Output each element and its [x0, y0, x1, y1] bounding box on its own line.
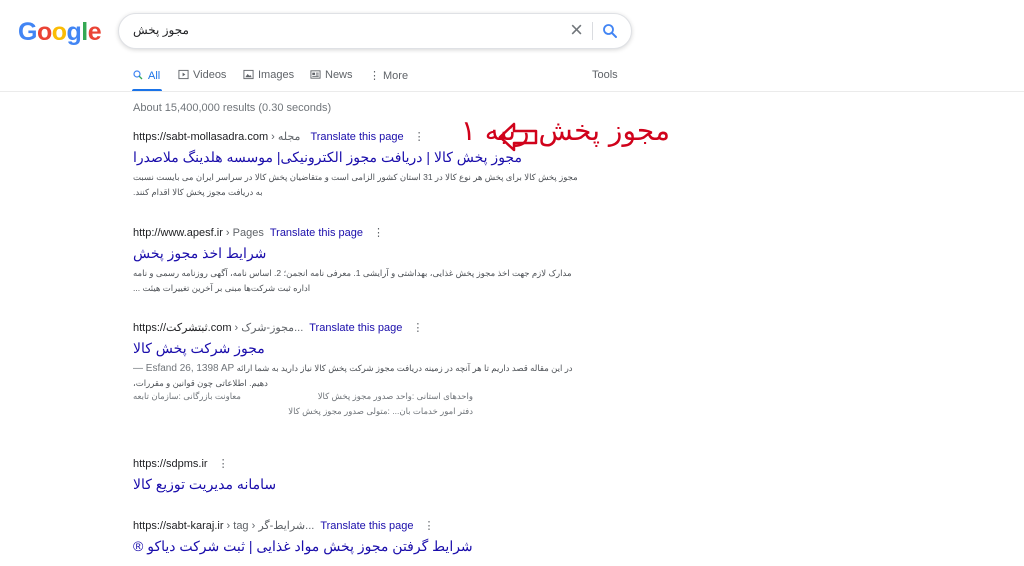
- sitelink[interactable]: معاونت بازرگانی :سازمان تابعه: [133, 391, 241, 402]
- header-divider: [0, 91, 1024, 92]
- search-result: https://sdpms.ir ⋮ سامانه مدیریت توزیع کا…: [133, 457, 583, 493]
- tab-news[interactable]: News: [310, 69, 353, 81]
- sitelinks: واحدهای استانی :واحد صدور مجوز پخش کالا …: [133, 391, 473, 421]
- result-cite: https://sabt-karaj.ir › tag › شرایط-گر..…: [133, 519, 583, 535]
- result-breadcrumb: › مجله: [268, 131, 301, 143]
- snippet-text: در این مقاله قصد داریم تا هر آنچه در زمی…: [236, 363, 573, 373]
- result-url[interactable]: https://ثبتشرکت.com: [133, 322, 232, 334]
- result-cite: https://ثبتشرکت.com › مجوز-شرک... Transla…: [133, 321, 583, 337]
- tab-videos[interactable]: Videos: [178, 69, 226, 81]
- result-date: Esfand 26, 1398 AP —: [133, 363, 235, 374]
- result-stats: About 15,400,000 results (0.30 seconds): [133, 102, 332, 114]
- more-options-icon[interactable]: ⋮: [218, 458, 229, 470]
- result-snippet: مجوز پخش کالا برای پخش هر نوع کالا در 31…: [133, 170, 578, 200]
- tab-all[interactable]: All: [132, 69, 160, 82]
- result-title[interactable]: شرایط اخذ مجوز پخش: [133, 245, 583, 262]
- sitelink[interactable]: واحدهای استانی :واحد صدور مجوز پخش کالا: [318, 391, 473, 402]
- search-input[interactable]: مجوز پخش: [133, 23, 189, 37]
- clear-icon[interactable]: ×: [570, 18, 583, 42]
- more-options-icon[interactable]: ⋮: [423, 520, 434, 532]
- more-options-icon[interactable]: ⋮: [373, 227, 384, 239]
- logo-letter: g: [66, 18, 82, 46]
- snippet-line: به دریافت مجوز پخش کالا اقدام کنند.: [133, 187, 263, 197]
- tab-label: All: [148, 70, 161, 82]
- translate-link[interactable]: Translate this page: [310, 131, 403, 143]
- result-breadcrumb: › مجوز-شرک...: [231, 322, 304, 334]
- left-arrow-icon: [498, 122, 538, 152]
- annotation-text: مجوز پخش رتبه ۱: [460, 114, 670, 147]
- tab-images[interactable]: Images: [243, 69, 294, 81]
- snippet-line: در این مقاله قصد داریم تا هر آنچه در زمی…: [133, 361, 578, 376]
- result-breadcrumb: › Pages: [222, 227, 264, 239]
- result-title[interactable]: سامانه مدیریت توزیع کالا: [133, 476, 583, 493]
- search-result: https://ثبتشرکت.com › مجوز-شرک... Transla…: [133, 321, 583, 421]
- news-icon: [310, 70, 321, 79]
- result-snippet: در این مقاله قصد داریم تا هر آنچه در زمی…: [133, 361, 578, 391]
- result-url[interactable]: https://sabt-mollasadra.com: [133, 131, 268, 143]
- search-result: http://www.apesf.ir › Pages Translate thi…: [133, 226, 583, 296]
- search-divider: [592, 22, 593, 40]
- snippet-line: مدارک لازم جهت اخذ مجوز پخش غذایی، بهداش…: [133, 268, 572, 278]
- result-url[interactable]: https://sdpms.ir: [133, 458, 208, 470]
- tab-label: Videos: [193, 69, 227, 81]
- video-icon: [178, 69, 189, 80]
- search-result: https://sabt-karaj.ir › tag › شرایط-گر..…: [133, 519, 583, 555]
- translate-link[interactable]: Translate this page: [309, 322, 402, 334]
- translate-link[interactable]: Translate this page: [270, 227, 363, 239]
- logo-letter: o: [36, 18, 52, 46]
- result-cite: http://www.apesf.ir › Pages Translate thi…: [133, 226, 583, 242]
- tab-label: Images: [258, 69, 295, 81]
- result-title[interactable]: مجوز شرکت پخش کالا: [133, 340, 583, 357]
- logo-letter: e: [87, 18, 102, 46]
- tools-button[interactable]: Tools: [592, 69, 618, 81]
- rank-annotation: مجوز پخش رتبه ۱: [420, 112, 680, 160]
- tab-label: More: [383, 70, 409, 82]
- result-cite: https://sdpms.ir ⋮: [133, 457, 583, 473]
- search-icon: [133, 70, 143, 80]
- tab-more[interactable]: ⋮ More: [369, 69, 408, 82]
- image-icon: [243, 69, 254, 80]
- more-options-icon[interactable]: ⋮: [412, 322, 423, 334]
- more-vert-icon: ⋮: [369, 70, 380, 82]
- result-snippet: مدارک لازم جهت اخذ مجوز پخش غذایی، بهداش…: [133, 266, 578, 296]
- search-box[interactable]: مجوز پخش ×: [118, 13, 632, 49]
- result-breadcrumb: › tag › شرایط-گر...: [223, 520, 315, 532]
- snippet-line: دهیم. اطلاعاتی چون قوانین و مقررات،: [133, 378, 268, 388]
- logo-letter: G: [18, 18, 37, 46]
- snippet-line: اداره ثبت شرکت‌ها مبنی بر آخرین تغییرات …: [133, 283, 311, 293]
- result-url[interactable]: http://www.apesf.ir: [133, 227, 223, 239]
- search-icon[interactable]: [601, 22, 619, 40]
- logo-letter: o: [51, 18, 67, 46]
- tab-label: News: [325, 69, 353, 81]
- sitelink-row: واحدهای استانی :واحد صدور مجوز پخش کالا …: [133, 391, 473, 406]
- sitelink-row: دفتر امور خدمات بان... :متولی صدور مجوز …: [133, 406, 473, 421]
- result-url[interactable]: https://sabt-karaj.ir: [133, 520, 223, 532]
- translate-link[interactable]: Translate this page: [320, 520, 413, 532]
- sitelink[interactable]: دفتر امور خدمات بان... :متولی صدور مجوز …: [288, 406, 473, 417]
- google-logo[interactable]: Google: [18, 18, 102, 47]
- result-title[interactable]: شرایط گرفتن مجوز پخش مواد غذایی | ثبت شر…: [133, 538, 583, 555]
- snippet-line: مجوز پخش کالا برای پخش هر نوع کالا در 31…: [133, 172, 578, 182]
